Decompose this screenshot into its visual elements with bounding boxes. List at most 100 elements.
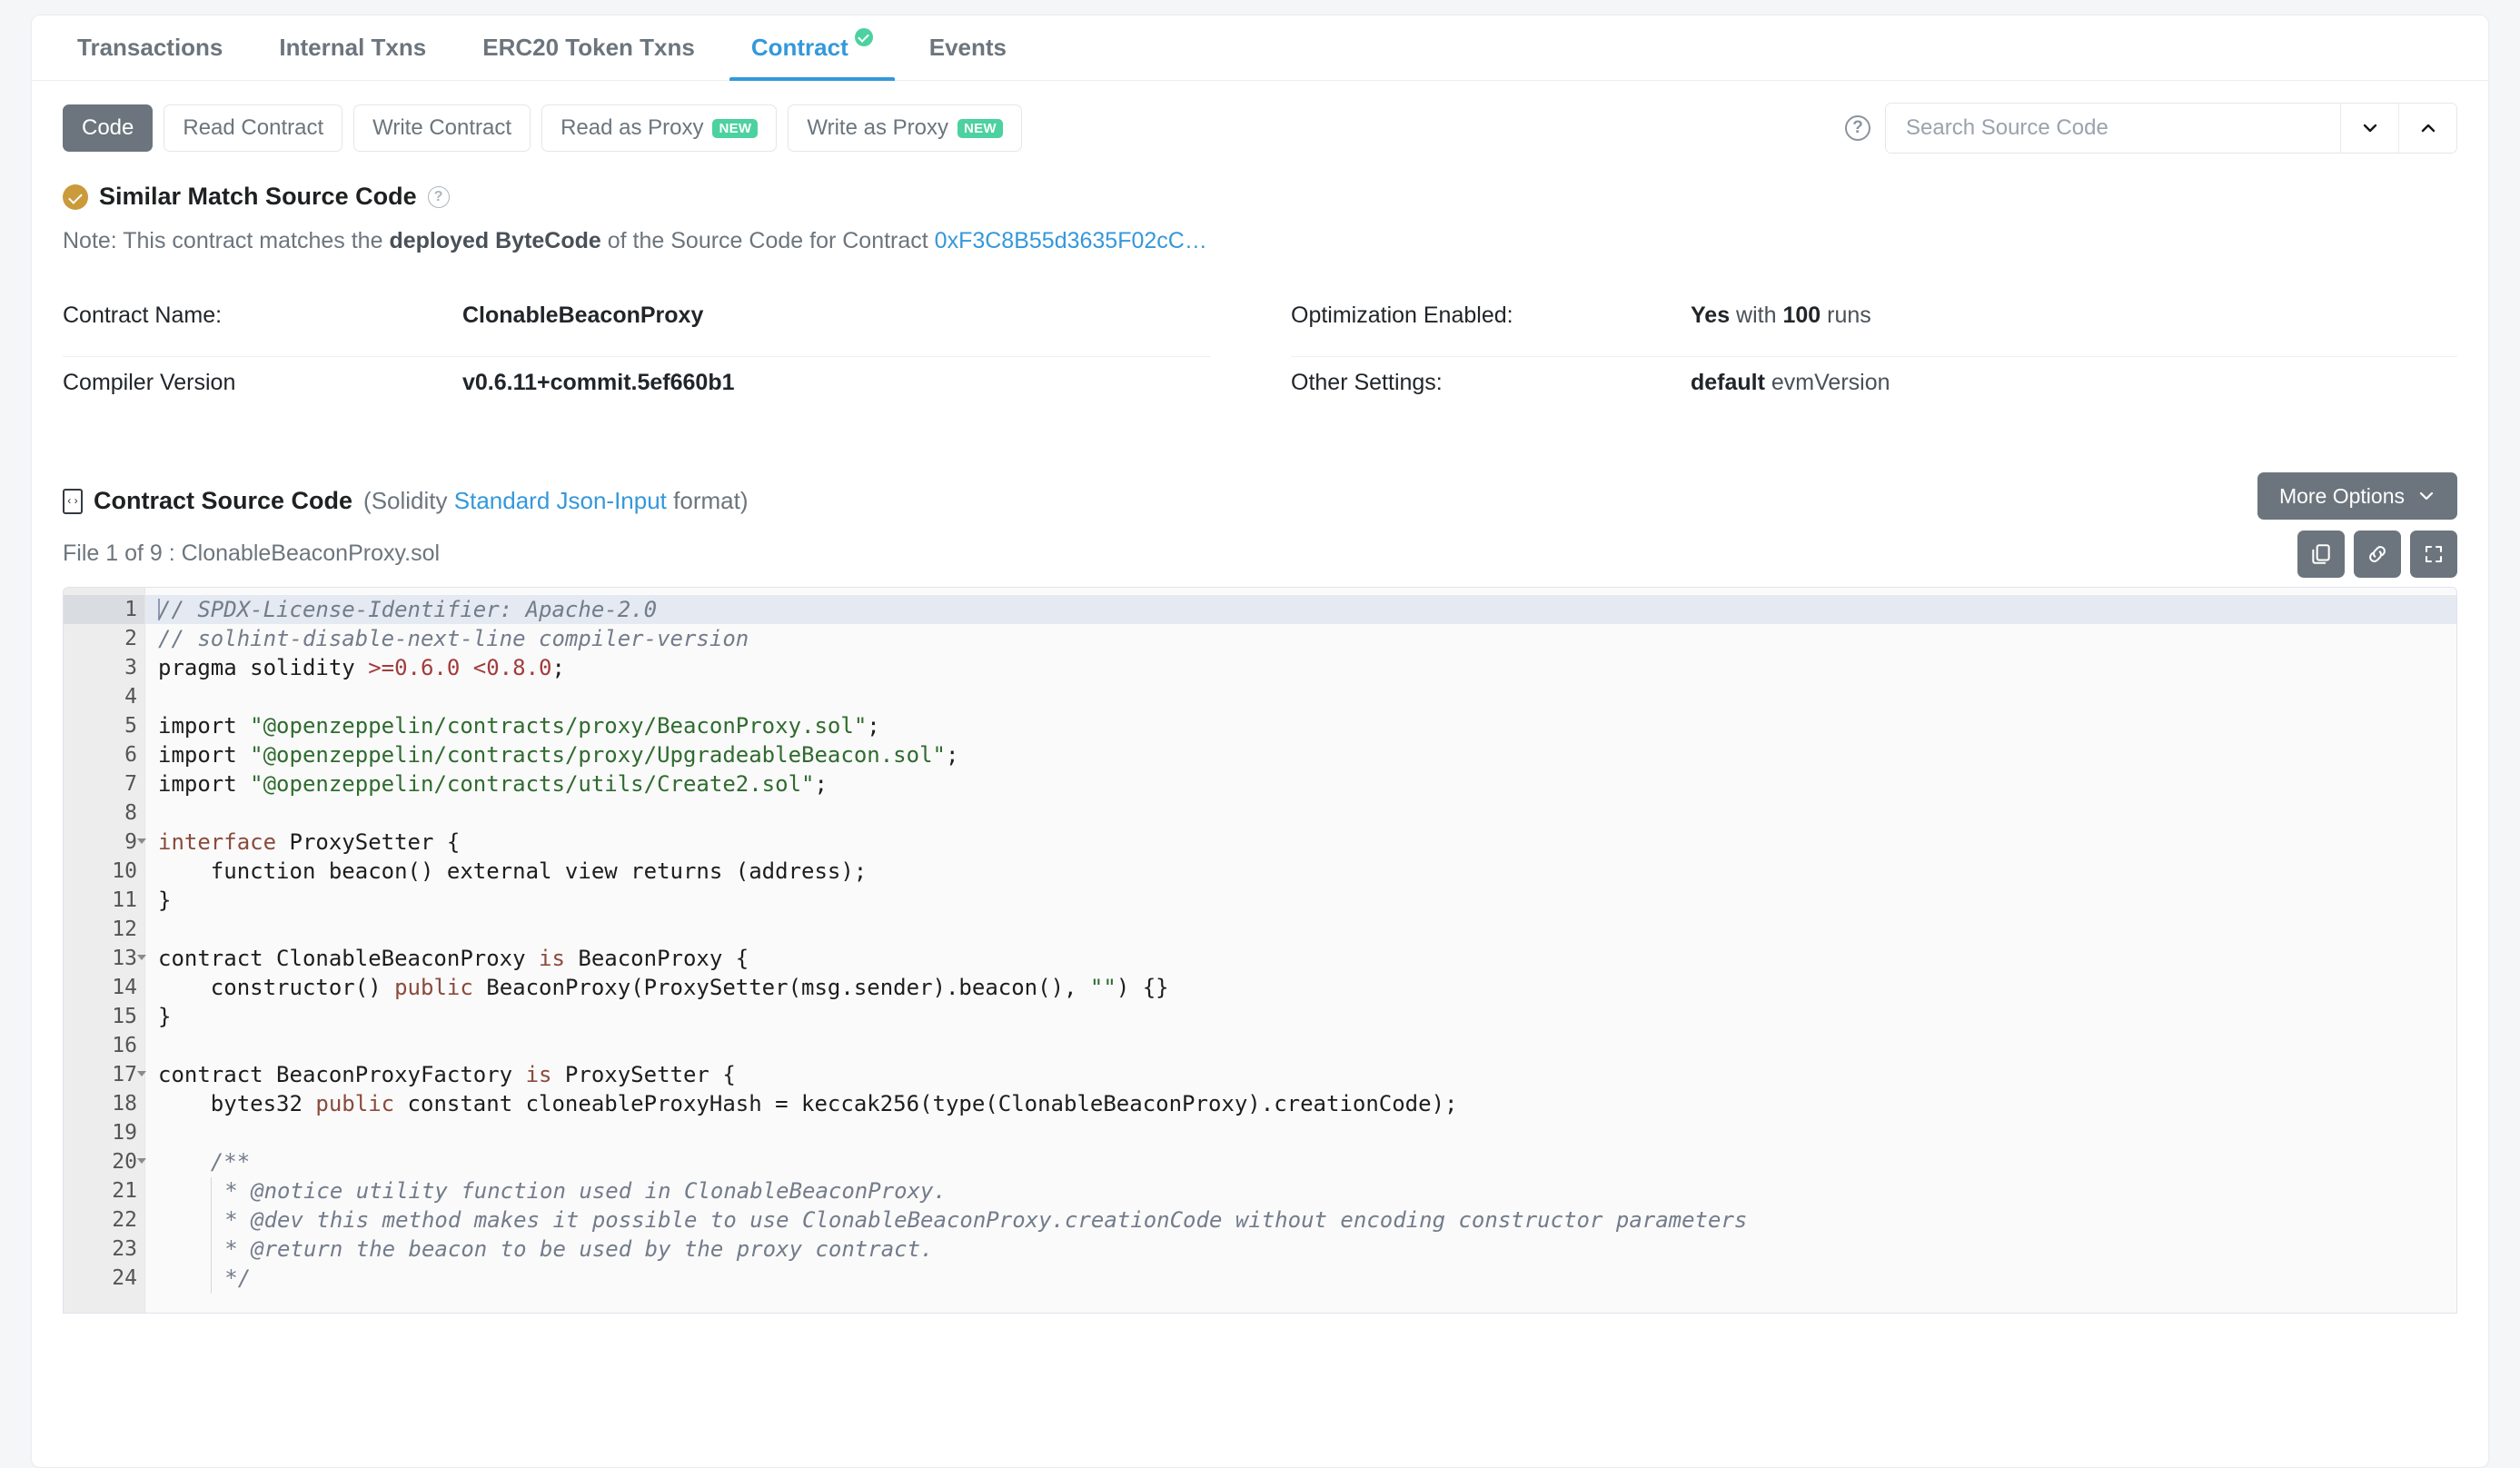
copy-link-button[interactable] bbox=[2354, 531, 2401, 578]
detail-value-main: default bbox=[1691, 370, 1765, 395]
code-action-buttons bbox=[2297, 531, 2457, 578]
source-code-editor[interactable]: 1 2 3 4 5 6 7 8 9 10 11 12 13 14 15 16 17 18 19 20 21 22 23 24 … bbox=[63, 587, 2457, 1314]
tab-transactions[interactable]: Transactions bbox=[55, 34, 244, 80]
button-write-contract[interactable]: Write Contract bbox=[353, 104, 531, 152]
code-token: ; bbox=[814, 771, 828, 797]
code-token: import bbox=[158, 713, 251, 739]
note-middle: of the Source Code for Contract bbox=[600, 228, 935, 253]
detail-value-second: 100 bbox=[1782, 303, 1821, 328]
line-number[interactable]: 3 bbox=[64, 653, 144, 682]
line-number[interactable]: 2 bbox=[64, 624, 144, 653]
detail-value-main: Yes bbox=[1691, 303, 1731, 328]
line-number-text: 11 bbox=[112, 888, 137, 912]
fold-arrow-icon[interactable] bbox=[137, 1158, 146, 1164]
line-number[interactable]: 1 bbox=[64, 595, 144, 624]
line-number[interactable]: 20 bbox=[64, 1147, 146, 1176]
line-number[interactable]: 5 bbox=[64, 711, 144, 740]
detail-value-suffix: runs bbox=[1821, 303, 1871, 328]
tab-contract[interactable]: Contract bbox=[729, 28, 895, 81]
line-number[interactable]: 22 bbox=[64, 1205, 144, 1235]
detail-value-mid bbox=[1765, 370, 1771, 395]
fullscreen-button[interactable] bbox=[2410, 531, 2457, 578]
format-open: (Solidity bbox=[363, 487, 454, 514]
copy-source-button[interactable] bbox=[2297, 531, 2345, 578]
line-number-gutter[interactable]: 1 2 3 4 5 6 7 8 9 10 11 12 13 14 15 16 17 18 19 20 21 22 23 24 bbox=[64, 588, 146, 1313]
detail-value: ClonableBeaconProxy bbox=[462, 303, 703, 329]
tab-label: Events bbox=[928, 34, 1007, 61]
line-number[interactable]: 15 bbox=[64, 1002, 144, 1031]
code-line: */ bbox=[158, 1264, 2456, 1294]
detail-label: Compiler Version bbox=[63, 370, 236, 395]
line-number[interactable]: 16 bbox=[64, 1031, 144, 1060]
more-options-label: More Options bbox=[2278, 483, 2405, 508]
tab-erc20-token-txns[interactable]: ERC20 Token Txns bbox=[461, 34, 717, 80]
code-token: ) {} bbox=[1116, 975, 1169, 1000]
tab-events[interactable]: Events bbox=[908, 34, 1028, 80]
tab-label: ERC20 Token Txns bbox=[482, 34, 695, 61]
chevron-up-icon bbox=[2421, 124, 2435, 133]
line-number[interactable]: 17 bbox=[64, 1060, 146, 1089]
fold-arrow-icon[interactable] bbox=[137, 838, 146, 844]
button-label: Write Contract bbox=[372, 115, 512, 140]
code-token: is bbox=[539, 946, 565, 971]
line-number[interactable]: 18 bbox=[64, 1089, 144, 1118]
check-circle-icon bbox=[63, 184, 88, 210]
code-token: is bbox=[525, 1062, 552, 1087]
code-token: ; bbox=[867, 713, 880, 739]
line-number[interactable]: 13 bbox=[64, 944, 146, 973]
line-number[interactable]: 7 bbox=[64, 769, 144, 798]
detail-row: Compiler Version v0.6.11+commit.5ef660b1 bbox=[63, 357, 1211, 423]
line-number[interactable]: 14 bbox=[64, 973, 144, 1002]
code-line: import "@openzeppelin/contracts/proxy/Be… bbox=[158, 711, 2456, 740]
detail-value: Yes with 100 runs bbox=[1691, 303, 1871, 329]
code-token: constructor() bbox=[158, 975, 395, 1000]
line-number[interactable]: 11 bbox=[64, 886, 144, 915]
line-number[interactable]: 23 bbox=[64, 1235, 144, 1264]
line-number[interactable]: 10 bbox=[64, 857, 144, 886]
code-line: } bbox=[158, 886, 2456, 915]
line-number[interactable]: 4 bbox=[64, 682, 144, 711]
standard-json-input-link[interactable]: Standard Json-Input bbox=[454, 487, 667, 514]
code-token: /** bbox=[210, 1149, 251, 1175]
button-label: Read as Proxy bbox=[561, 115, 704, 140]
tab-internal-txns[interactable]: Internal Txns bbox=[257, 34, 448, 80]
line-number[interactable]: 24 bbox=[64, 1264, 144, 1293]
source-code-format: (Solidity Standard Json-Input format) bbox=[363, 487, 748, 515]
code-token: } bbox=[158, 888, 172, 913]
help-icon[interactable]: ? bbox=[1845, 115, 1870, 141]
detail-value: v0.6.11+commit.5ef660b1 bbox=[462, 370, 735, 396]
line-number[interactable]: 12 bbox=[64, 915, 144, 944]
line-number[interactable]: 21 bbox=[64, 1176, 144, 1205]
code-token: // SPDX-License-Identifier: Apache-2.0 bbox=[158, 597, 658, 622]
code-token: "" bbox=[1089, 975, 1116, 1000]
search-next-button[interactable] bbox=[2340, 104, 2398, 153]
more-options-button[interactable]: More Options bbox=[2257, 472, 2457, 520]
line-number[interactable]: 19 bbox=[64, 1118, 144, 1147]
question-mark-icon[interactable]: ? bbox=[427, 185, 450, 208]
button-write-as-proxy[interactable]: Write as Proxy NEW bbox=[788, 104, 1022, 152]
search-prev-button[interactable] bbox=[2398, 104, 2456, 153]
line-number[interactable]: 8 bbox=[64, 798, 144, 828]
code-line: contract ClonableBeaconProxy is BeaconPr… bbox=[158, 944, 2456, 973]
line-number[interactable]: 9 bbox=[64, 828, 146, 857]
code-token: ProxySetter { bbox=[551, 1062, 736, 1087]
fold-arrow-icon[interactable] bbox=[137, 955, 146, 960]
matched-contract-link[interactable]: 0xF3C8B55d3635F02cC… bbox=[935, 228, 1207, 253]
fold-arrow-icon[interactable] bbox=[137, 1071, 146, 1076]
code-token: ProxySetter { bbox=[276, 829, 461, 855]
button-code[interactable]: Code bbox=[63, 104, 154, 152]
button-read-contract[interactable]: Read Contract bbox=[164, 104, 343, 152]
code-line: * @dev this method makes it possible to … bbox=[158, 1205, 2456, 1235]
code-content[interactable]: // SPDX-License-Identifier: Apache-2.0 //… bbox=[145, 588, 2456, 1313]
note-prefix: Note: This contract matches the bbox=[63, 228, 390, 253]
search-area: ? bbox=[1845, 103, 2457, 154]
code-line: pragma solidity >=0.6.0 <0.8.0; bbox=[158, 653, 2456, 682]
line-number-text: 3 bbox=[124, 656, 137, 679]
line-number-text: 6 bbox=[124, 743, 137, 767]
button-read-as-proxy[interactable]: Read as Proxy NEW bbox=[541, 104, 778, 152]
search-input[interactable] bbox=[1886, 104, 2340, 153]
line-number[interactable]: 6 bbox=[64, 740, 144, 769]
